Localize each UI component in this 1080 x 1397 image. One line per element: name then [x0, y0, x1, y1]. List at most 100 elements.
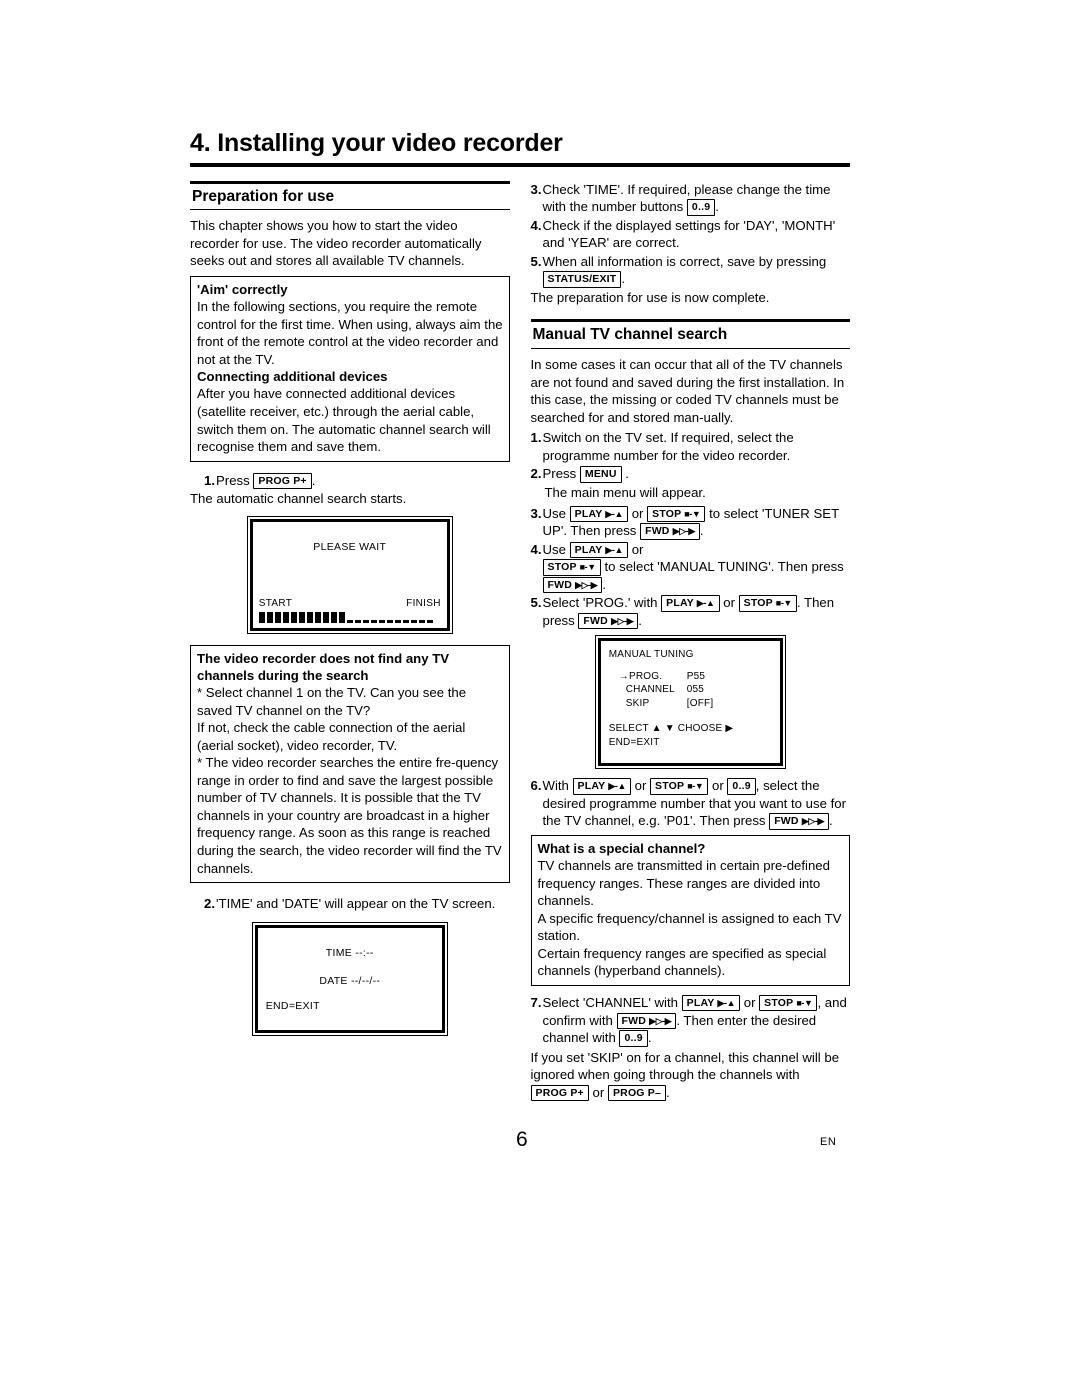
progress-bar-segment-empty — [402, 619, 409, 623]
special-channel-p2: A specific frequency/channel is assigned… — [537, 910, 842, 944]
key-label: 0..9 — [732, 780, 751, 793]
key-play[interactable]: PLAY ▶-▲ — [569, 505, 629, 523]
key-fwd[interactable]: FWD ▶▷-▶ — [616, 1012, 677, 1030]
step-number: 3. — [530, 181, 542, 197]
step-text-3: to select 'MANUAL TUNING'. Then press — [604, 559, 844, 575]
please-wait-screen-outer: PLEASE WAIT START FINISH — [246, 515, 453, 634]
key-fwd[interactable]: FWD ▶▷-▶ — [769, 813, 829, 830]
key-label: 0..9 — [624, 1032, 643, 1045]
key-stop[interactable]: STOP ■-▼ — [647, 505, 706, 523]
key-stop[interactable]: STOP ■-▼ — [759, 994, 818, 1012]
play-glyph-icon: ▶-▲ — [696, 598, 715, 609]
time-date-screen-wrap: TIME --:-- DATE --/--/-- END=EXIT — [190, 921, 510, 1036]
progress-bar-segment-empty — [394, 619, 401, 623]
section-rule-bottom — [190, 209, 510, 211]
stop-glyph-icon: ■-▼ — [579, 562, 597, 573]
progress-bar — [258, 611, 441, 623]
step-text: 'TIME' and 'DATE' will appear on the TV … — [216, 896, 496, 912]
right-column: 3. Check 'TIME'. If required, please cha… — [530, 181, 851, 1105]
aim-box-title: 'Aim' correctly — [197, 281, 288, 297]
step-text-1: Use — [542, 505, 566, 521]
preparation-section-header: Preparation for use — [190, 180, 510, 211]
no-channels-p2: If not, check the cable connection of th… — [197, 720, 466, 753]
step-text-3: or — [712, 778, 724, 794]
left-column: Preparation for use This chapter shows y… — [190, 180, 510, 1105]
key-numbers[interactable]: 0..9 — [727, 778, 756, 795]
prep-step-3: 3. Check 'TIME'. If required, please cha… — [531, 181, 851, 216]
key-prog-p-plus[interactable]: PROG P+ — [253, 472, 312, 490]
key-label: 0..9 — [691, 201, 711, 214]
key-prog-p-plus[interactable]: PROG P+ — [530, 1084, 589, 1102]
step-text-1: Select 'CHANNEL' with — [542, 994, 679, 1010]
progress-bar-segment-filled — [266, 611, 273, 623]
date-value: --/--/-- — [350, 974, 381, 987]
progress-bar-segment-empty — [386, 619, 393, 623]
step-text-after: . — [621, 271, 626, 287]
step-text-after: . — [715, 199, 719, 215]
tuning-label: CHANNEL — [625, 684, 675, 696]
key-fwd[interactable]: FWD ▶▷-▶ — [640, 523, 700, 540]
step-number: 6. — [530, 778, 542, 794]
key-numbers[interactable]: 0..9 — [619, 1030, 648, 1047]
key-play[interactable]: PLAY ▶-▲ — [569, 541, 629, 559]
step-text-before: When all information is correct, save by… — [542, 253, 827, 269]
language-code: EN — [820, 1136, 837, 1148]
manual-step-2-follow: The main menu will appear. — [544, 484, 706, 500]
key-menu[interactable]: MENU — [579, 466, 622, 483]
step-text-2: or — [631, 505, 644, 521]
prep-step-5: 5. When all information is correct, save… — [531, 253, 851, 288]
key-label: PLAY — [666, 597, 694, 610]
key-label: PROG P+ — [258, 474, 307, 487]
step-number: 5. — [530, 595, 542, 611]
aim-box-subtitle: Connecting additional devices — [197, 369, 388, 385]
special-channel-box: What is a special channel? TV channels a… — [530, 834, 850, 986]
progress-bar-segment-filled — [314, 611, 321, 623]
step-text: Select 'PROG.' with PLAY ▶-▲ or STOP ■-▼… — [542, 594, 851, 630]
progress-bar-segment-empty — [410, 619, 417, 623]
key-stop[interactable]: STOP ■-▼ — [738, 595, 797, 612]
end-exit-label: END=EXIT — [265, 1000, 320, 1013]
key-stop[interactable]: STOP ■-▼ — [542, 559, 601, 576]
key-prog-p-minus[interactable]: PROG P– — [607, 1084, 667, 1102]
key-fwd[interactable]: FWD ▶▷-▶ — [542, 576, 603, 594]
key-stop[interactable]: STOP ■-▼ — [650, 778, 709, 795]
key-play[interactable]: PLAY ▶-▲ — [572, 778, 631, 795]
step-text-4: . — [699, 523, 704, 539]
play-glyph-icon: ▶-▲ — [608, 781, 626, 792]
step-text-1: Select 'PROG.' with — [542, 595, 658, 611]
progress-bar-segment-filled — [330, 611, 337, 623]
selection-arrow-icon: → — [618, 670, 629, 682]
key-label: STOP — [655, 780, 685, 793]
no-channels-title-line2: channels during the search — [197, 667, 369, 683]
key-label: FWD — [774, 815, 799, 828]
step-text-after: . — [625, 466, 629, 482]
section-heading-preparation: Preparation for use — [192, 187, 335, 205]
step-text: Press PROG P+. — [216, 472, 510, 490]
time-row: TIME --:-- — [258, 928, 442, 960]
preparation-intro: This chapter shows you how to start the … — [190, 218, 482, 269]
key-play[interactable]: PLAY ▶-▲ — [661, 595, 720, 612]
manual-search-intro: In some cases it can occur that all of t… — [530, 357, 845, 425]
no-channels-found-box: The video recorder does not find any TV … — [190, 644, 510, 884]
progress-bar-segment-empty — [362, 619, 369, 623]
step-text: Press MENU . — [543, 465, 851, 483]
step-text: Check if the displayed settings for 'DAY… — [542, 217, 836, 251]
stop-glyph-icon: ■-▼ — [796, 997, 813, 1008]
key-play[interactable]: PLAY ▶-▲ — [681, 994, 741, 1012]
aim-box-body: In the following sections, you require t… — [197, 299, 503, 367]
step-text-2: or — [723, 595, 735, 611]
no-channels-title-line1: The video recorder does not find any TV — [197, 650, 450, 666]
tuning-footer-line2: END=EXIT — [608, 736, 660, 748]
manual-step-6: 6. With PLAY ▶-▲ or STOP ■-▼ or 0..9, se… — [531, 777, 851, 830]
step-number: 3. — [530, 505, 542, 521]
fwd-glyph-icon: ▶▷-▶ — [611, 615, 634, 626]
please-wait-title: PLEASE WAIT — [313, 540, 387, 553]
key-status-exit[interactable]: STATUS/EXIT — [542, 271, 622, 288]
key-fwd[interactable]: FWD ▶▷-▶ — [578, 612, 639, 630]
manual-tuning-title: MANUAL TUNING — [608, 649, 694, 661]
progress-bar-segment-empty — [426, 619, 433, 623]
stop-glyph-icon: ■-▼ — [684, 508, 701, 519]
please-wait-screen: PLEASE WAIT START FINISH — [249, 518, 450, 631]
fwd-glyph-icon: ▶▷-▶ — [575, 579, 598, 590]
key-numbers[interactable]: 0..9 — [686, 199, 716, 216]
